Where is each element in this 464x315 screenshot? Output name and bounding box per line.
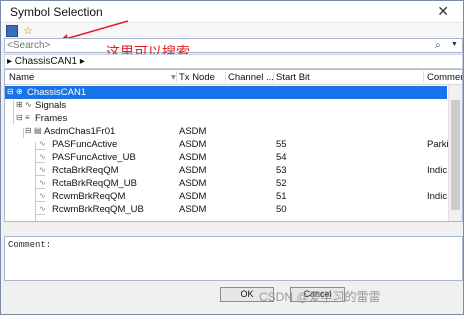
signal-icon: ∿ [39,178,46,187]
breadcrumb: ▸ ChassisCAN1 ▸ [4,54,463,69]
column-header-comment[interactable]: Commen [427,72,462,83]
table-row[interactable]: ∿ PASFuncActive_UB ASDM 54 [5,151,447,164]
signal-icon: ∿ [39,152,46,161]
signal-icon: ∿ [39,139,46,148]
table-row[interactable]: ∿ RcwmBrkReqQM ASDM 51 Indic [5,190,447,203]
close-icon[interactable]: ✕ [437,3,449,20]
column-header-tx-node[interactable]: Tx Node [179,72,215,83]
breadcrumb-path[interactable]: ▸ ChassisCAN1 ▸ [7,56,85,67]
table-row[interactable]: ∿ RctaBrkReqQM_UB ASDM 52 [5,177,447,190]
symbol-selection-dialog: Symbol Selection ✕ ☆ ⌕ ▼ 这里可以搜索 ▸ Chassi… [0,0,464,315]
comment-box: Comment: [4,236,463,281]
scrollbar-thumb[interactable] [451,100,460,210]
network-icon: ⊕ [16,87,23,96]
expand-toggle-icon[interactable]: ⊟ [25,126,32,135]
table-header: Name ▾ Tx Node Channel ... Start Bit Com… [5,70,462,85]
table-row[interactable]: ⊟ ≡ Frames [5,112,447,125]
table-row[interactable]: ⊞ ∿ Signals [5,99,447,112]
symbol-table: Name ▾ Tx Node Channel ... Start Bit Com… [4,69,463,222]
table-row[interactable]: ∿ RctaBrkReqQM ASDM 53 Indic [5,164,447,177]
column-header-channel[interactable]: Channel ... [228,72,274,83]
signal-icon: ∿ [39,204,46,213]
table-row[interactable]: ∿ PASFuncActive ASDM 55 Parki [5,138,449,151]
watermark: CSDN @爱学习的雷雷 [259,290,381,304]
column-header-start-bit[interactable]: Start Bit [276,72,310,83]
search-bar [4,38,463,53]
comment-label: Comment: [8,240,52,250]
expand-toggle-icon[interactable]: ⊟ [16,113,23,122]
table-row[interactable]: ∿ RcwmBrkReqQM_UB ASDM 50 [5,203,447,216]
search-input[interactable] [7,39,387,52]
signal-icon: ∿ [39,165,46,174]
signals-icon: ∿ [25,100,32,109]
expand-toggle-icon[interactable]: ⊟ [7,87,14,96]
frame-icon: ▤ [34,126,42,135]
signal-icon: ∿ [39,191,46,200]
expand-toggle-icon[interactable]: ⊞ [16,100,23,109]
chevron-down-icon[interactable]: ▼ [451,41,458,48]
table-row[interactable]: ⊟ ⊕ ChassisCAN1 [5,86,447,99]
tree-view-icon[interactable] [6,25,18,37]
table-row[interactable]: ⊟ ▤ AsdmChas1Fr01 ASDM [5,125,447,138]
frames-icon: ≡ [25,113,30,122]
binoculars-icon[interactable]: ⌕ [435,40,441,51]
favorites-icon[interactable]: ☆ [23,24,33,37]
column-header-name[interactable]: Name [9,72,34,83]
